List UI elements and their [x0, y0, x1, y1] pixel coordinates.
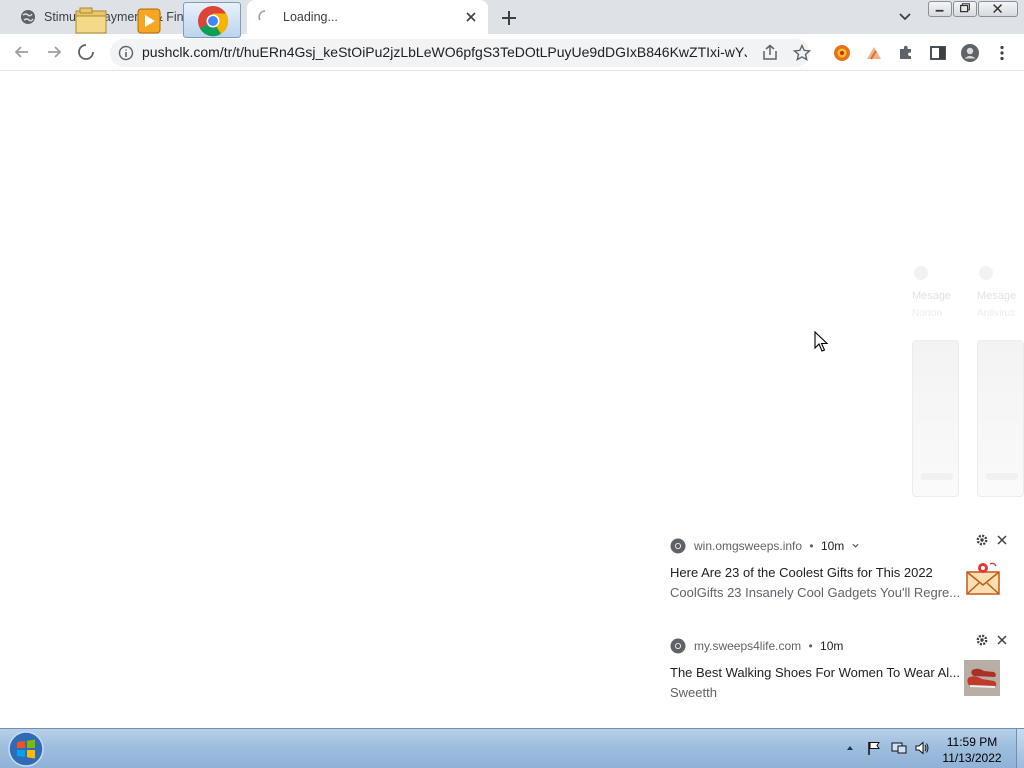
back-icon[interactable]	[12, 42, 32, 62]
gear-icon[interactable]	[976, 534, 988, 546]
site-info-icon[interactable]	[118, 45, 134, 61]
gear-icon[interactable]	[976, 634, 988, 646]
notification-age: 10m	[820, 639, 844, 653]
bookmark-star-icon[interactable]	[792, 43, 812, 63]
notification-body: Sweetth	[670, 685, 717, 700]
windows-explorer-icon	[75, 7, 107, 34]
ghost-notification-text: Norton	[912, 308, 943, 319]
ghost-notification-text: Antivirus	[977, 308, 1016, 319]
globe-icon	[21, 10, 35, 24]
tab-title: Loading...	[283, 10, 338, 24]
mouse-cursor-icon	[814, 331, 829, 352]
chrome-icon	[670, 538, 686, 554]
share-icon[interactable]	[760, 43, 780, 63]
tab-loading[interactable]: Loading...	[247, 0, 488, 34]
profile-icon[interactable]	[960, 43, 980, 63]
taskbar-explorer[interactable]	[62, 2, 120, 38]
ghost-notification-card	[912, 340, 959, 497]
new-tab-plus-icon[interactable]	[498, 7, 520, 29]
ghost-notification: Mesage Antivirus	[977, 264, 1024, 324]
loading-spinner-icon	[258, 10, 266, 21]
show-hidden-icons-arrow-icon[interactable]	[845, 742, 855, 754]
notification-origin-text: win.omgsweeps.info	[694, 539, 803, 553]
notification-body: CoolGifts 23 Insanely Cool Gadgets You'l…	[670, 585, 960, 600]
minimize-icon	[935, 9, 944, 12]
chrome-icon	[670, 638, 686, 654]
close-icon	[993, 4, 1003, 14]
notification-popup[interactable]: win.omgsweeps.info • 10m Here Are 23 of …	[656, 530, 1024, 622]
show-desktop-button[interactable]	[1016, 729, 1024, 768]
url-text[interactable]: pushclk.com/tr/t/huERn4Gsj_keStOiPu2jzLb…	[142, 44, 747, 60]
notification-origin: my.sweeps4life.com • 10m	[694, 639, 843, 653]
ghost-notification-text: Mesage	[912, 290, 952, 302]
stop-loading-icon[interactable]	[76, 42, 96, 62]
window-close-button[interactable]	[978, 1, 1018, 17]
ghost-notification-card	[977, 340, 1024, 497]
system-clock[interactable]: 11:59 PM 11/13/2022	[930, 734, 1014, 766]
ghost-notification-text: Mesage	[977, 290, 1017, 302]
taskbar-chrome[interactable]	[183, 2, 241, 38]
notification-title: Here Are 23 of the Coolest Gifts for Thi…	[670, 565, 933, 580]
restore-icon	[960, 3, 970, 13]
notification-origin-text: my.sweeps4life.com	[694, 639, 802, 653]
volume-icon[interactable]	[914, 740, 930, 756]
media-player-icon	[137, 8, 161, 34]
close-icon[interactable]	[996, 634, 1008, 646]
windows-start-button[interactable]	[6, 730, 46, 768]
close-tab-icon[interactable]	[463, 9, 479, 25]
chrome-icon	[198, 6, 229, 37]
side-panel-icon[interactable]	[928, 43, 948, 63]
taskbar-media-player[interactable]	[122, 2, 180, 38]
action-center-flag-icon[interactable]	[866, 740, 882, 756]
notification-title: The Best Walking Shoes For Women To Wear…	[670, 665, 960, 680]
clock-time: 11:59 PM	[946, 735, 998, 749]
minimize-button[interactable]	[928, 1, 952, 17]
envelope-gift-icon	[966, 562, 1000, 595]
ghost-notification: Mesage Norton	[912, 264, 962, 324]
restore-button[interactable]	[953, 1, 977, 17]
separator-dot: •	[808, 639, 813, 653]
forward-icon[interactable]	[44, 42, 64, 62]
close-icon[interactable]	[996, 534, 1008, 546]
clock-date: 11/13/2022	[942, 751, 1002, 765]
chevron-down-icon[interactable]	[896, 9, 914, 25]
network-icon[interactable]	[890, 740, 908, 756]
puzzle-extensions-icon[interactable]	[896, 43, 916, 63]
notification-popup[interactable]: my.sweeps4life.com • 10m The Best Walkin…	[656, 630, 1024, 722]
notification-age: 10m	[820, 539, 845, 553]
notification-origin: win.omgsweeps.info • 10m	[694, 539, 860, 553]
separator-dot: •	[809, 539, 814, 553]
red-shoes-photo	[964, 660, 1000, 696]
extension-icon[interactable]	[832, 43, 852, 63]
extension-icon[interactable]	[864, 43, 884, 63]
menu-icon[interactable]	[992, 43, 1012, 63]
chevron-down-icon[interactable]	[851, 541, 860, 550]
